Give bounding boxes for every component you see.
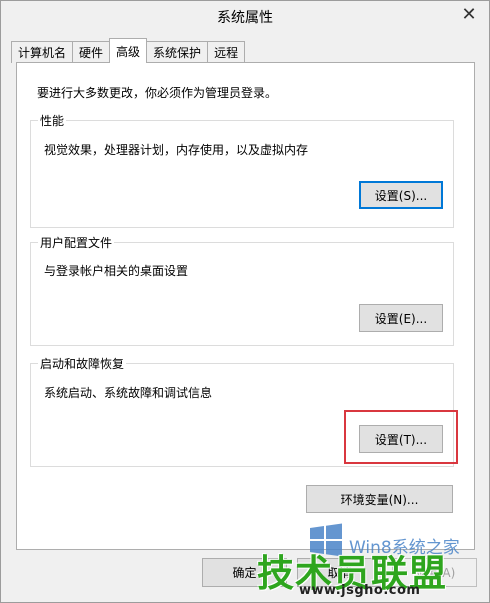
tab-strip: 计算机名 硬件 高级 系统保护 远程: [11, 38, 246, 63]
startup-recovery-description: 系统启动、系统故障和调试信息: [44, 386, 213, 400]
performance-group-title: 性能: [38, 112, 67, 129]
apply-button[interactable]: 应用(A): [392, 558, 477, 587]
admin-notice: 要进行大多数更改，你必须作为管理员登录。: [37, 86, 278, 100]
user-profiles-group: 用户配置文件 与登录帐户相关的桌面设置 设置(E)...: [30, 234, 454, 346]
performance-settings-button[interactable]: 设置(S)...: [359, 181, 443, 209]
environment-variables-button[interactable]: 环境变量(N)...: [306, 485, 453, 513]
startup-recovery-group-title: 启动和故障恢复: [38, 355, 127, 372]
tab-computer-name[interactable]: 计算机名: [11, 41, 74, 63]
highlight-box: [344, 410, 458, 464]
tab-remote[interactable]: 远程: [207, 41, 246, 63]
close-icon[interactable]: ✕: [455, 3, 483, 25]
window-title: 系统属性: [217, 10, 273, 26]
startup-recovery-group: 启动和故障恢复 系统启动、系统故障和调试信息 设置(T)...: [30, 355, 458, 467]
user-profiles-description: 与登录帐户相关的桌面设置: [44, 264, 189, 278]
system-properties-window: 系统属性 ✕ 计算机名 硬件 高级 系统保护 远程 要进行大多数更改，你必须作为…: [0, 0, 490, 603]
advanced-tab-panel: 要进行大多数更改，你必须作为管理员登录。 性能 视觉效果，处理器计划，内存使用，…: [16, 62, 475, 550]
title-bar: 系统属性 ✕: [1, 1, 489, 31]
ok-button[interactable]: 确定: [202, 558, 287, 587]
cancel-button[interactable]: 取消: [297, 558, 382, 587]
tab-advanced[interactable]: 高级: [109, 38, 148, 63]
performance-description: 视觉效果，处理器计划，内存使用，以及虚拟内存: [44, 143, 309, 157]
user-profiles-settings-button[interactable]: 设置(E)...: [359, 304, 443, 332]
performance-group: 性能 视觉效果，处理器计划，内存使用，以及虚拟内存 设置(S)...: [30, 112, 454, 228]
tab-hardware[interactable]: 硬件: [72, 41, 111, 63]
tab-system-protection[interactable]: 系统保护: [146, 41, 209, 63]
user-profiles-group-title: 用户配置文件: [38, 234, 115, 251]
